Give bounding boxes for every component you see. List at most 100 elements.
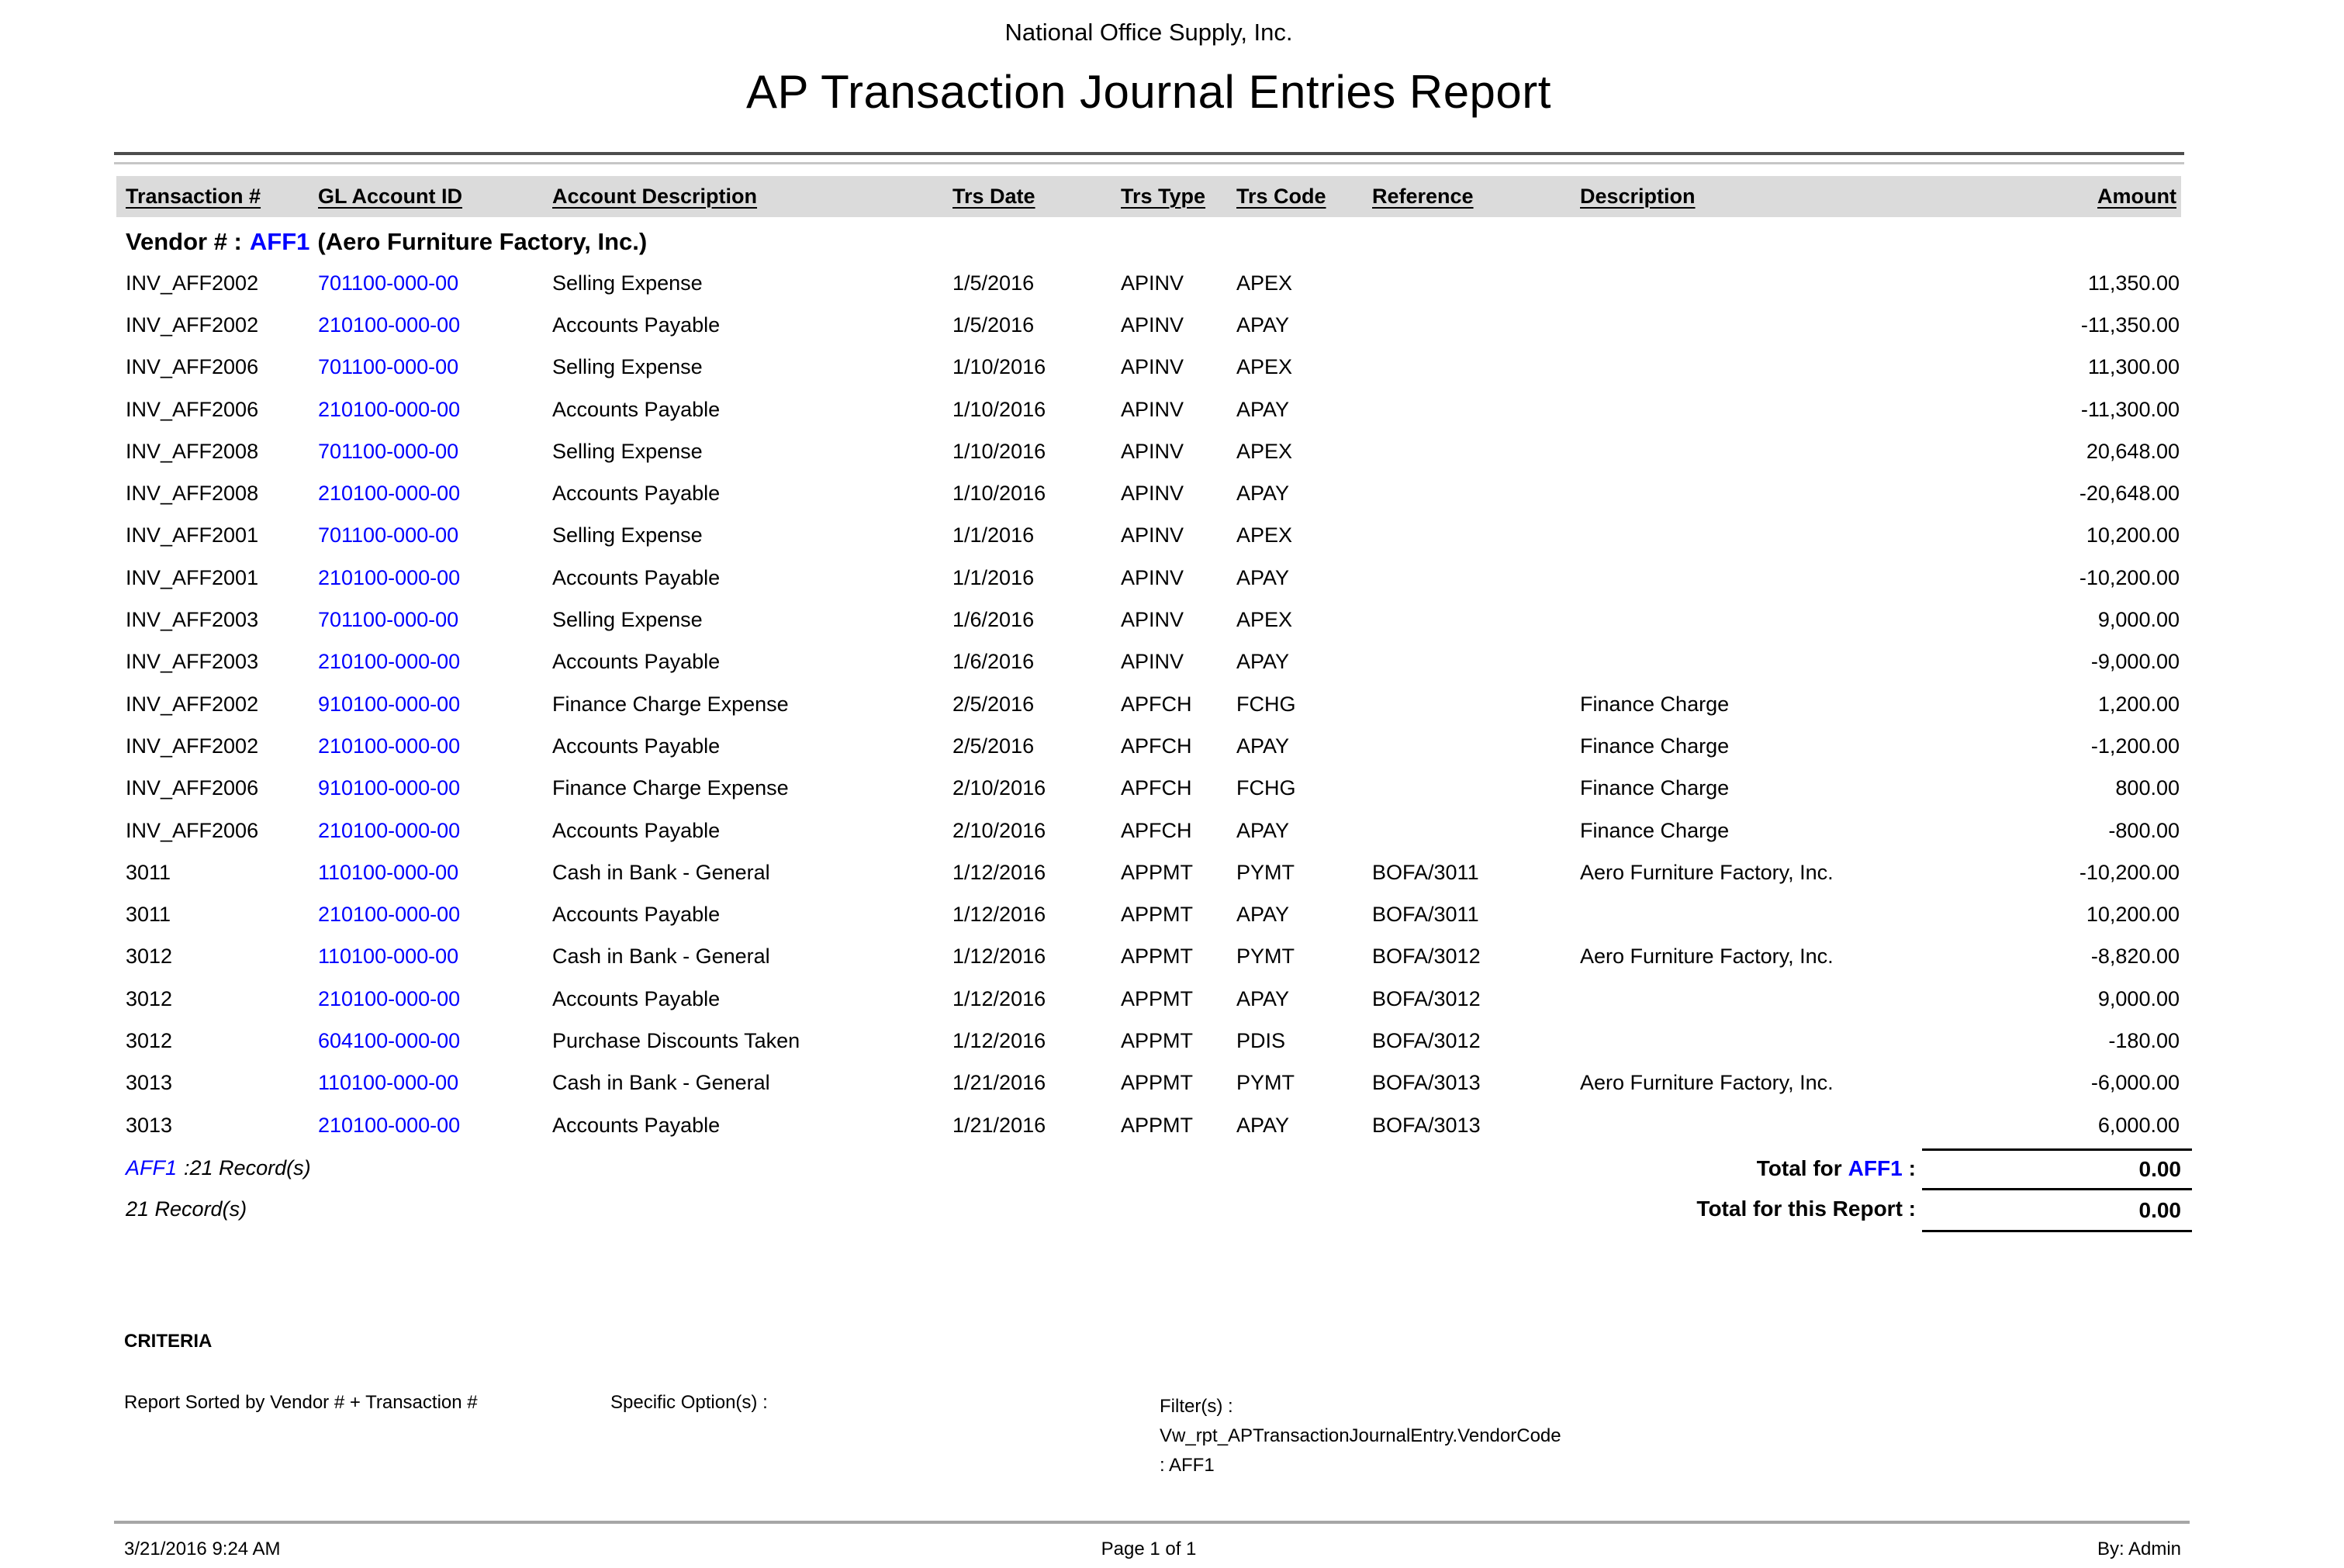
cell-transaction-number: INV_AFF2006: [126, 398, 318, 422]
cell-trs-code: FCHG: [1236, 692, 1372, 717]
cell-account-description: Selling Expense: [552, 271, 952, 295]
cell-account-description: Finance Charge Expense: [552, 692, 952, 717]
vendor-group-heading: Vendor # :AFF1(Aero Furniture Factory, I…: [126, 228, 647, 256]
cell-amount: 11,300.00: [1939, 355, 2181, 379]
footer-separator: [114, 1521, 2190, 1524]
cell-transaction-number: 3012: [126, 987, 318, 1011]
cell-gl-account-link[interactable]: 210100-000-00: [318, 903, 552, 927]
cell-trs-code: APAY: [1236, 482, 1372, 506]
table-row: INV_AFF2002 701100-000-00 Selling Expens…: [126, 262, 2181, 304]
cell-trs-code: APAY: [1236, 819, 1372, 843]
page-title: AP Transaction Journal Entries Report: [116, 65, 2181, 119]
criteria-filters: Filter(s) : Vw_rpt_APTransactionJournalE…: [1160, 1392, 1561, 1480]
cell-account-description: Accounts Payable: [552, 987, 952, 1011]
column-header-gl-account: GL Account ID: [318, 185, 552, 209]
cell-account-description: Finance Charge Expense: [552, 776, 952, 800]
cell-gl-account-link[interactable]: 210100-000-00: [318, 819, 552, 843]
cell-trs-type: APINV: [1121, 271, 1236, 295]
footer-printed-by: By: Admin: [1638, 1539, 2181, 1560]
cell-gl-account-link[interactable]: 210100-000-00: [318, 650, 552, 674]
cell-amount: -10,200.00: [1939, 566, 2181, 590]
cell-description: Finance Charge: [1580, 692, 1939, 717]
cell-account-description: Accounts Payable: [552, 566, 952, 590]
vendor-label: Vendor # :: [126, 228, 242, 255]
table-row: INV_AFF2001 701100-000-00 Selling Expens…: [126, 515, 2181, 557]
cell-amount: -9,000.00: [1939, 650, 2181, 674]
cell-trs-date: 1/6/2016: [952, 608, 1121, 632]
cell-transaction-number: 3012: [126, 1029, 318, 1053]
cell-gl-account-link[interactable]: 701100-000-00: [318, 355, 552, 379]
table-row: INV_AFF2001 210100-000-00 Accounts Payab…: [126, 557, 2181, 599]
column-header-account-description: Account Description: [552, 185, 952, 209]
cell-account-description: Accounts Payable: [552, 482, 952, 506]
table-row: INV_AFF2006 210100-000-00 Accounts Payab…: [126, 389, 2181, 430]
cell-trs-date: 1/1/2016: [952, 566, 1121, 590]
total-for-prefix: Total for: [1757, 1156, 1842, 1181]
cell-trs-code: APAY: [1236, 650, 1372, 674]
table-row: 3012 210100-000-00 Accounts Payable 1/12…: [126, 978, 2181, 1020]
cell-amount: 10,200.00: [1939, 523, 2181, 547]
cell-gl-account-link[interactable]: 110100-000-00: [318, 945, 552, 969]
cell-trs-code: APEX: [1236, 271, 1372, 295]
cell-trs-code: PYMT: [1236, 861, 1372, 885]
cell-amount: 9,000.00: [1939, 987, 2181, 1011]
cell-trs-date: 1/10/2016: [952, 398, 1121, 422]
cell-trs-date: 1/12/2016: [952, 861, 1121, 885]
cell-reference: BOFA/3012: [1372, 945, 1580, 969]
criteria-sorted-by: Report Sorted by Vendor # + Transaction …: [124, 1392, 478, 1414]
cell-trs-code: APAY: [1236, 734, 1372, 758]
cell-amount: 800.00: [1939, 776, 2181, 800]
cell-gl-account-link[interactable]: 701100-000-00: [318, 608, 552, 632]
cell-transaction-number: INV_AFF2001: [126, 566, 318, 590]
criteria-heading: CRITERIA: [124, 1331, 212, 1352]
column-header-trs-type: Trs Type: [1121, 185, 1236, 209]
cell-description: Finance Charge: [1580, 819, 1939, 843]
cell-gl-account-link[interactable]: 604100-000-00: [318, 1029, 552, 1053]
cell-account-description: Accounts Payable: [552, 398, 952, 422]
table-row: INV_AFF2002 910100-000-00 Finance Charge…: [126, 683, 2181, 725]
title-separator-dark: [114, 152, 2184, 155]
cell-transaction-number: INV_AFF2001: [126, 523, 318, 547]
criteria-filter-value: : AFF1: [1160, 1451, 1561, 1480]
cell-gl-account-link[interactable]: 701100-000-00: [318, 440, 552, 464]
cell-gl-account-link[interactable]: 110100-000-00: [318, 861, 552, 885]
cell-trs-date: 1/12/2016: [952, 945, 1121, 969]
cell-gl-account-link[interactable]: 701100-000-00: [318, 271, 552, 295]
cell-amount: 9,000.00: [1939, 608, 2181, 632]
cell-account-description: Accounts Payable: [552, 819, 952, 843]
table-row: INV_AFF2002 210100-000-00 Accounts Payab…: [126, 725, 2181, 767]
cell-gl-account-link[interactable]: 910100-000-00: [318, 776, 552, 800]
cell-description: Aero Furniture Factory, Inc.: [1580, 945, 1939, 969]
cell-gl-account-link[interactable]: 210100-000-00: [318, 482, 552, 506]
cell-gl-account-link[interactable]: 910100-000-00: [318, 692, 552, 717]
cell-gl-account-link[interactable]: 210100-000-00: [318, 398, 552, 422]
cell-account-description: Accounts Payable: [552, 313, 952, 337]
cell-trs-type: APINV: [1121, 440, 1236, 464]
cell-gl-account-link[interactable]: 210100-000-00: [318, 987, 552, 1011]
cell-amount: 6,000.00: [1939, 1114, 2181, 1138]
vendor-code-link[interactable]: AFF1: [250, 228, 310, 255]
cell-gl-account-link[interactable]: 210100-000-00: [318, 566, 552, 590]
cell-gl-account-link[interactable]: 210100-000-00: [318, 313, 552, 337]
cell-gl-account-link[interactable]: 210100-000-00: [318, 1114, 552, 1138]
cell-trs-code: APAY: [1236, 398, 1372, 422]
cell-trs-code: APEX: [1236, 355, 1372, 379]
cell-trs-type: APPMT: [1121, 945, 1236, 969]
cell-amount: -180.00: [1939, 1029, 2181, 1053]
cell-gl-account-link[interactable]: 210100-000-00: [318, 734, 552, 758]
total-vendor-amount: 0.00: [1922, 1151, 2192, 1190]
cell-trs-date: 1/5/2016: [952, 271, 1121, 295]
cell-account-description: Selling Expense: [552, 523, 952, 547]
cell-trs-type: APINV: [1121, 523, 1236, 547]
cell-trs-code: APEX: [1236, 440, 1372, 464]
cell-gl-account-link[interactable]: 701100-000-00: [318, 523, 552, 547]
cell-account-description: Cash in Bank - General: [552, 861, 952, 885]
cell-trs-type: APPMT: [1121, 987, 1236, 1011]
table-row: 3011 210100-000-00 Accounts Payable 1/12…: [126, 893, 2181, 935]
cell-gl-account-link[interactable]: 110100-000-00: [318, 1071, 552, 1095]
cell-trs-code: APEX: [1236, 608, 1372, 632]
total-for-vendor-code: AFF1: [1848, 1156, 1903, 1181]
table-row: INV_AFF2006 210100-000-00 Accounts Payab…: [126, 810, 2181, 851]
cell-transaction-number: INV_AFF2006: [126, 355, 318, 379]
cell-reference: BOFA/3011: [1372, 861, 1580, 885]
